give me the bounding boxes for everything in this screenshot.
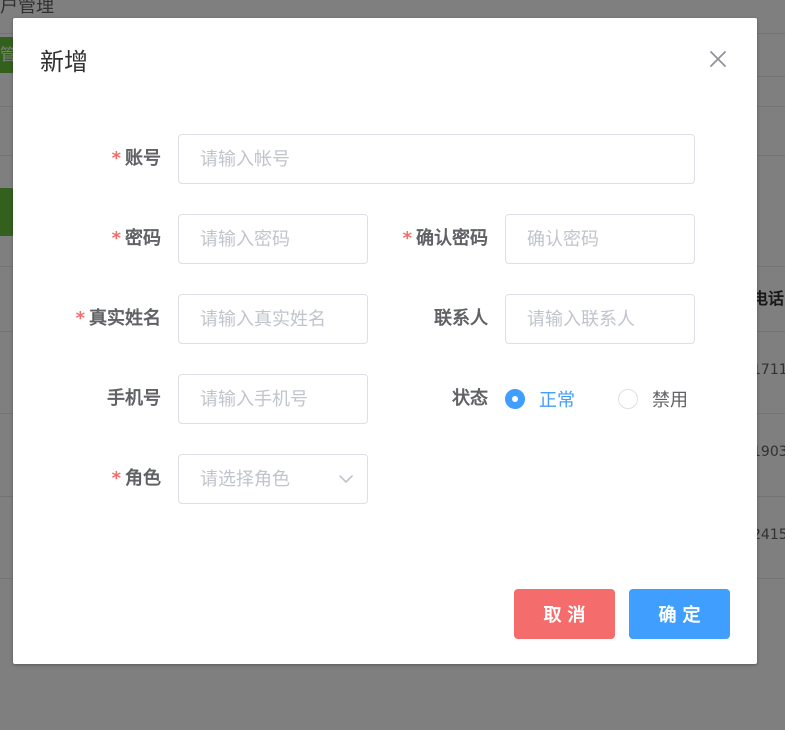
radio-unchecked-icon[interactable] bbox=[618, 389, 638, 409]
confirm-button[interactable]: 确定 bbox=[629, 589, 730, 639]
radio-label: 正常 bbox=[539, 390, 575, 411]
status-radio-group: 正常 禁用 bbox=[505, 374, 705, 424]
account-input[interactable] bbox=[178, 134, 695, 184]
required-mark: * bbox=[75, 308, 85, 329]
cancel-button[interactable]: 取消 bbox=[514, 589, 615, 639]
required-mark: * bbox=[111, 228, 121, 249]
role-label: * 角色 bbox=[111, 468, 161, 489]
phone-label: 手机号 bbox=[107, 388, 161, 409]
real-name-input[interactable] bbox=[178, 294, 368, 344]
required-mark: * bbox=[111, 468, 121, 489]
confirm-password-input[interactable] bbox=[505, 214, 695, 264]
radio-checked-icon[interactable] bbox=[505, 389, 525, 409]
role-select[interactable] bbox=[178, 454, 368, 504]
required-mark: * bbox=[111, 148, 121, 169]
status-radio-normal[interactable]: 正常 bbox=[505, 374, 575, 424]
required-mark: * bbox=[402, 228, 412, 249]
password-input[interactable] bbox=[178, 214, 368, 264]
add-user-dialog: 新增 *账号 *密码 *确认密码 *真实姓名 联系人 手机号 状态 正常 禁用 … bbox=[13, 18, 757, 664]
contact-input[interactable] bbox=[505, 294, 695, 344]
account-label: * 账号 bbox=[111, 148, 161, 169]
close-icon bbox=[710, 51, 726, 67]
radio-label: 禁用 bbox=[652, 390, 688, 411]
status-label: 状态 bbox=[452, 388, 488, 409]
password-label: * 密码 bbox=[111, 228, 161, 249]
dialog-title: 新增 bbox=[40, 48, 88, 76]
close-button[interactable] bbox=[707, 48, 729, 70]
phone-input[interactable] bbox=[178, 374, 368, 424]
contact-label: 联系人 bbox=[434, 308, 488, 329]
status-radio-disabled[interactable]: 禁用 bbox=[618, 374, 688, 424]
confirm-password-label: * 确认密码 bbox=[402, 228, 488, 249]
real-name-label: * 真实姓名 bbox=[75, 308, 161, 329]
role-select-input[interactable] bbox=[178, 454, 368, 504]
